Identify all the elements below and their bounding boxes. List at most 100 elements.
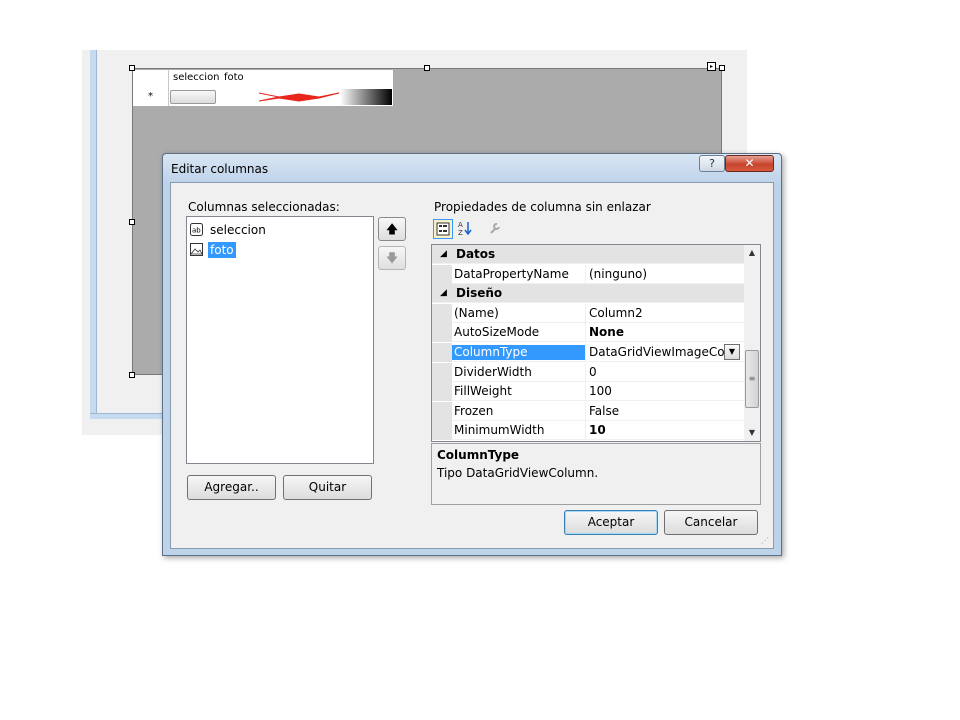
form-frame-bottom <box>90 413 165 419</box>
help-button[interactable]: ? <box>699 155 725 172</box>
resize-handle-bottom-left[interactable] <box>129 372 135 378</box>
property-row-margin <box>432 401 452 421</box>
properties-label: Propiedades de columna sin enlazar <box>434 200 651 214</box>
property-value[interactable]: 100 <box>589 384 724 398</box>
categorized-icon <box>436 222 450 236</box>
description-text: Tipo DataGridViewColumn. <box>437 466 599 480</box>
grid-row-header: * <box>133 88 169 106</box>
scroll-thumb[interactable]: ≡ <box>745 350 759 408</box>
property-category-row[interactable]: ◢ Diseño <box>432 284 744 304</box>
property-column-separator <box>585 401 586 421</box>
cancel-button[interactable]: Cancelar <box>664 510 758 535</box>
collapse-triangle-icon[interactable]: ◢ <box>440 249 447 259</box>
property-value[interactable]: DataGridViewImageColu <box>589 345 724 359</box>
property-name[interactable]: FillWeight <box>454 384 584 399</box>
move-down-button[interactable]: 🡇 <box>378 246 406 270</box>
add-column-button[interactable]: Agregar.. <box>187 475 276 500</box>
resize-handle-top-right[interactable] <box>719 65 725 71</box>
property-grid-toolbar: A Z <box>433 219 503 241</box>
property-row[interactable]: (Name) Column2 <box>432 303 744 323</box>
property-category-row[interactable]: ◢ Datos <box>432 245 744 264</box>
grid-column-header-foto[interactable]: foto <box>224 72 244 83</box>
property-row-margin <box>432 303 452 323</box>
description-title: ColumnType <box>437 448 520 462</box>
image-column-icon <box>190 243 203 256</box>
property-row-margin <box>432 421 452 441</box>
dialog-titlebar[interactable]: Editar columnas ? ✕ <box>163 154 781 182</box>
scroll-down-icon[interactable]: ▼ <box>744 425 760 441</box>
property-row[interactable]: DataPropertyName (ninguno) <box>432 264 744 284</box>
grid-button-cell[interactable] <box>170 90 216 104</box>
grid-header-row: seleccion foto <box>133 70 393 89</box>
property-value[interactable]: None <box>589 325 724 339</box>
categorized-view-button[interactable] <box>433 219 453 239</box>
property-column-separator <box>585 382 586 402</box>
smart-tag-arrow-icon[interactable]: ▸ <box>707 62 716 71</box>
property-name[interactable]: Frozen <box>454 404 584 419</box>
property-name[interactable]: MinimumWidth <box>454 423 584 438</box>
resize-handle-top-left[interactable] <box>129 65 135 71</box>
property-row-margin <box>432 382 452 402</box>
property-value[interactable]: 0 <box>589 365 724 379</box>
grid-column-header-seleccion[interactable]: seleccion <box>173 72 220 83</box>
resize-grip-icon[interactable]: ⋰ <box>761 536 771 546</box>
property-row[interactable]: FillWeight 100 <box>432 382 744 402</box>
property-value[interactable]: False <box>589 404 724 418</box>
property-value[interactable]: (ninguno) <box>589 267 724 281</box>
scroll-up-icon[interactable]: ▲ <box>744 245 760 261</box>
property-name[interactable]: (Name) <box>454 306 584 321</box>
property-pages-button[interactable] <box>485 219 505 239</box>
resize-handle-left[interactable] <box>129 219 135 225</box>
property-name[interactable]: ColumnType <box>452 345 585 360</box>
dialog-title: Editar columnas <box>171 162 269 176</box>
move-up-button[interactable]: 🡅 <box>378 217 406 241</box>
resize-handle-top[interactable] <box>424 65 430 71</box>
property-row[interactable]: MinimumWidth 10 <box>432 421 744 441</box>
property-value[interactable]: Column2 <box>589 306 724 320</box>
property-row-margin <box>432 264 452 284</box>
property-column-separator <box>585 343 586 362</box>
sort-alphabetical-icon: A Z <box>458 221 472 237</box>
ok-button[interactable]: Aceptar <box>564 510 658 535</box>
property-row[interactable]: Frozen False <box>432 401 744 421</box>
svg-text:Z: Z <box>458 229 463 236</box>
property-category-name: Diseño <box>456 286 503 301</box>
remove-column-button[interactable]: Quitar <box>283 475 372 500</box>
selected-columns-list[interactable]: ab seleccion foto <box>186 216 374 464</box>
form-frame-left <box>90 50 97 418</box>
alphabetical-view-button[interactable]: A Z <box>455 219 475 239</box>
property-row[interactable]: ColumnType DataGridViewImageColu ▼ <box>432 343 744 362</box>
textbox-column-icon: ab <box>190 223 203 236</box>
list-item-label: foto <box>208 242 236 258</box>
dialog-client-area: Columnas seleccionadas: ab seleccion fot… <box>170 182 774 549</box>
edit-columns-dialog: Editar columnas ? ✕ Columnas seleccionad… <box>162 153 782 556</box>
dropdown-arrow-icon[interactable]: ▼ <box>724 344 740 360</box>
grid-image-cell <box>219 89 392 105</box>
svg-text:A: A <box>458 221 463 229</box>
property-value[interactable]: 10 <box>589 423 724 437</box>
missing-image-icon <box>258 92 340 102</box>
list-item-label: seleccion <box>210 223 266 237</box>
property-row-margin <box>432 362 452 382</box>
close-button[interactable]: ✕ <box>725 155 774 172</box>
property-row[interactable]: AutoSizeMode None <box>432 323 744 343</box>
property-column-separator <box>585 303 586 323</box>
selected-columns-label: Columnas seleccionadas: <box>188 200 340 214</box>
property-name[interactable]: DividerWidth <box>454 365 584 380</box>
property-column-separator <box>585 362 586 382</box>
property-name[interactable]: AutoSizeMode <box>454 325 584 340</box>
property-row-margin <box>432 323 452 343</box>
property-column-separator <box>585 264 586 284</box>
grid-new-row: * <box>133 88 393 106</box>
arrow-down-icon: 🡇 <box>385 251 399 265</box>
property-description-panel: ColumnType Tipo DataGridViewColumn. <box>431 443 761 505</box>
wrench-icon <box>490 223 500 234</box>
property-row[interactable]: DividerWidth 0 <box>432 362 744 382</box>
property-row-margin <box>432 343 452 362</box>
grid-corner-cell <box>133 70 169 88</box>
property-name[interactable]: DataPropertyName <box>454 267 584 282</box>
property-grid[interactable]: ◢ Datos DataPropertyName (ninguno) ◢ Diseño (N… <box>431 244 761 442</box>
collapse-triangle-icon[interactable]: ◢ <box>440 288 447 298</box>
property-column-separator <box>585 323 586 343</box>
property-grid-scrollbar[interactable]: ▲ ≡ ▼ <box>744 245 760 441</box>
